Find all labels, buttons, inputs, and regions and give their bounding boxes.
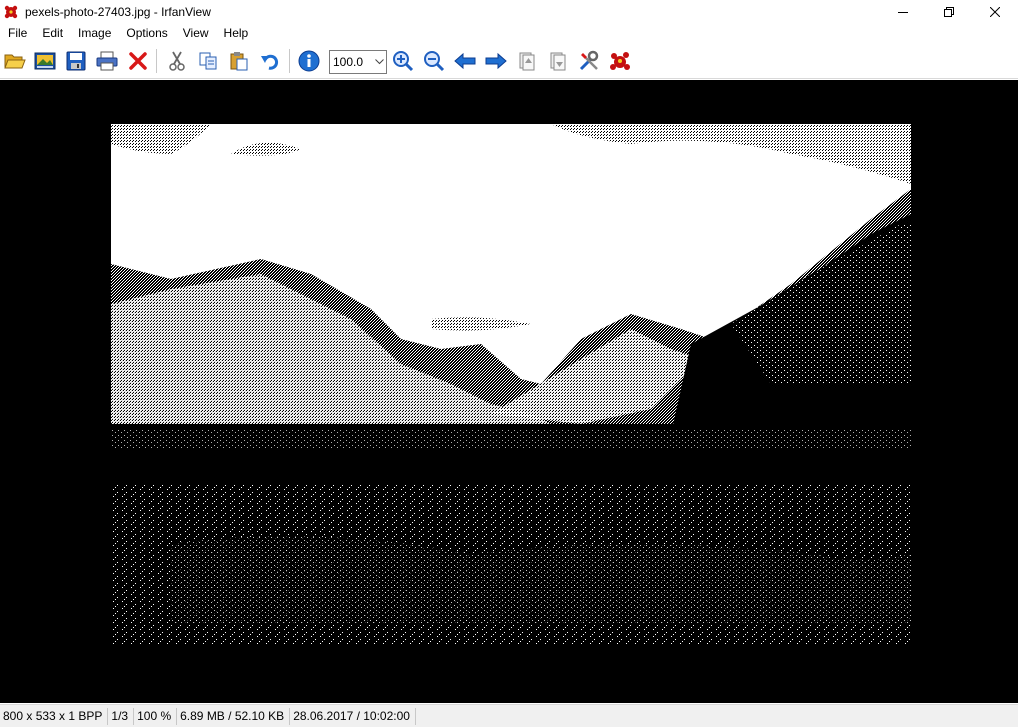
status-image-index: 1/3 xyxy=(108,707,135,725)
first-page-button[interactable] xyxy=(515,49,539,73)
tools-icon xyxy=(579,50,599,71)
menu-view[interactable]: View xyxy=(175,23,216,43)
previous-image-button[interactable] xyxy=(453,49,477,73)
status-datetime: 28.06.2017 / 10:02:00 xyxy=(290,707,416,725)
title-bar: pexels-photo-27403.jpg - IrfanView xyxy=(0,0,1018,23)
open-button[interactable] xyxy=(3,49,27,73)
irfanview-about-button[interactable] xyxy=(608,49,632,73)
irfanview-app-icon xyxy=(4,5,18,18)
properties-button[interactable] xyxy=(577,49,601,73)
menu-file[interactable]: File xyxy=(0,23,34,43)
menu-help[interactable]: Help xyxy=(216,23,256,43)
minimize-button[interactable] xyxy=(880,0,926,23)
slideshow-icon xyxy=(34,52,56,70)
zoom-in-icon xyxy=(393,51,414,72)
print-icon xyxy=(96,51,118,71)
copy-button[interactable] xyxy=(196,49,220,73)
save-icon xyxy=(66,51,86,71)
displayed-image xyxy=(111,124,911,660)
menu-image[interactable]: Image xyxy=(70,23,118,43)
page-up-icon xyxy=(519,52,535,71)
minimize-icon xyxy=(898,11,908,13)
status-zoom: 100 % xyxy=(134,707,178,725)
zoom-out-button[interactable] xyxy=(422,49,446,73)
cut-button[interactable] xyxy=(165,49,189,73)
toolbar: 100.0 xyxy=(0,43,1018,79)
toolbar-separator xyxy=(156,49,157,73)
paste-icon xyxy=(230,52,248,71)
delete-button[interactable] xyxy=(126,49,150,73)
scissors-icon xyxy=(169,51,185,71)
print-button[interactable] xyxy=(95,49,119,73)
paste-button[interactable] xyxy=(227,49,251,73)
irfanview-logo-icon xyxy=(610,52,630,70)
window-controls xyxy=(880,0,1018,23)
status-file-size: 6.89 MB / 52.10 KB xyxy=(177,707,291,725)
arrow-left-icon xyxy=(454,52,476,70)
image-viewer[interactable] xyxy=(0,80,1018,703)
restore-button[interactable] xyxy=(926,0,972,23)
page-down-icon xyxy=(550,52,566,71)
toolbar-separator xyxy=(289,49,290,73)
open-folder-icon xyxy=(4,54,26,69)
info-icon xyxy=(298,50,320,72)
next-image-button[interactable] xyxy=(484,49,508,73)
zoom-combo[interactable]: 100.0 xyxy=(329,50,387,74)
undo-icon xyxy=(261,54,279,70)
chevron-down-icon[interactable] xyxy=(372,51,386,73)
zoom-value[interactable]: 100.0 xyxy=(330,55,372,69)
arrow-right-icon xyxy=(485,52,507,70)
menu-options[interactable]: Options xyxy=(118,23,174,43)
save-button[interactable] xyxy=(64,49,88,73)
copy-icon xyxy=(199,52,217,70)
slideshow-button[interactable] xyxy=(33,49,57,73)
image-info-button[interactable] xyxy=(297,49,321,73)
delete-x-icon xyxy=(129,52,147,70)
menu-bar: File Edit Image Options View Help xyxy=(0,23,1018,43)
last-page-button[interactable] xyxy=(546,49,570,73)
status-dimensions: 800 x 533 x 1 BPP xyxy=(0,707,109,725)
restore-icon xyxy=(944,6,954,17)
zoom-out-icon xyxy=(424,51,445,72)
window-title: pexels-photo-27403.jpg - IrfanView xyxy=(25,4,211,19)
status-bar: 800 x 533 x 1 BPP 1/3 100 % 6.89 MB / 52… xyxy=(0,704,1018,727)
undo-button[interactable] xyxy=(258,49,282,73)
close-button[interactable] xyxy=(972,0,1018,23)
zoom-in-button[interactable] xyxy=(391,49,415,73)
close-icon xyxy=(990,6,1000,17)
menu-edit[interactable]: Edit xyxy=(34,23,70,43)
